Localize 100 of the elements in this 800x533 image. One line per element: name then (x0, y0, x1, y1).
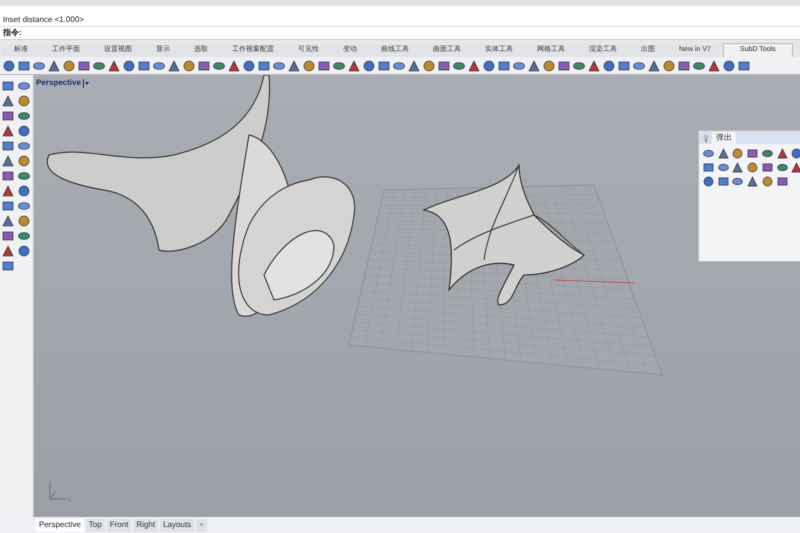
view-tab[interactable]: Top (86, 518, 105, 532)
sphere-icon[interactable] (723, 60, 735, 72)
box-icon[interactable] (2, 110, 14, 122)
sphere-icon[interactable] (63, 60, 75, 72)
ellipsoid-icon[interactable] (693, 60, 705, 72)
box-icon[interactable] (2, 140, 14, 152)
box-icon[interactable] (78, 60, 90, 72)
sphere-icon[interactable] (663, 60, 675, 72)
cone-icon[interactable] (168, 60, 180, 72)
ellipsoid-icon[interactable] (762, 148, 773, 159)
sphere-icon[interactable] (703, 176, 714, 187)
ellipsoid-icon[interactable] (633, 60, 645, 72)
box-icon[interactable] (498, 60, 510, 72)
cone-icon[interactable] (648, 60, 660, 72)
ellipsoid-icon[interactable] (703, 148, 714, 159)
cone-icon[interactable] (791, 162, 800, 173)
box-icon[interactable] (558, 60, 570, 72)
sphere-icon[interactable] (483, 60, 495, 72)
sphere-icon[interactable] (243, 60, 255, 72)
sphere-icon[interactable] (18, 185, 30, 197)
sphere-icon[interactable] (423, 60, 435, 72)
box-icon[interactable] (678, 60, 690, 72)
viewport-title[interactable]: Perspective (36, 77, 81, 89)
box-icon[interactable] (2, 170, 14, 182)
box-icon[interactable] (438, 60, 450, 72)
cone-icon[interactable] (732, 162, 744, 173)
box-icon[interactable] (762, 162, 773, 173)
sphere-icon[interactable] (18, 215, 30, 227)
cone-icon[interactable] (2, 215, 14, 227)
sphere-icon[interactable] (183, 60, 195, 72)
ellipsoid-icon[interactable] (213, 60, 225, 72)
cone-icon[interactable] (408, 60, 420, 72)
box-icon[interactable] (138, 60, 150, 72)
box-icon[interactable] (776, 176, 788, 187)
ellipsoid-icon[interactable] (513, 60, 525, 72)
sphere-icon[interactable] (18, 95, 30, 107)
ellipsoid-icon[interactable] (18, 140, 30, 152)
ellipsoid-icon[interactable] (18, 110, 30, 122)
box-icon[interactable] (258, 60, 270, 72)
sphere-icon[interactable] (363, 60, 375, 72)
box-icon[interactable] (738, 60, 750, 72)
sphere-icon[interactable] (303, 60, 315, 72)
box-icon[interactable] (747, 148, 758, 159)
cone-icon[interactable] (2, 125, 14, 137)
sphere-icon[interactable] (18, 125, 30, 137)
box-icon[interactable] (18, 60, 30, 72)
cone-icon[interactable] (348, 60, 360, 72)
dropdown-caret-icon[interactable] (82, 78, 89, 88)
cone-icon[interactable] (2, 155, 14, 167)
box-icon[interactable] (703, 162, 714, 173)
cone-icon[interactable] (288, 60, 300, 72)
sphere-icon[interactable] (123, 60, 135, 72)
ellipsoid-icon[interactable] (453, 60, 465, 72)
ellipsoid-icon[interactable] (18, 230, 30, 242)
cone-icon[interactable] (2, 245, 14, 257)
cone-icon[interactable] (708, 60, 720, 72)
cone-icon[interactable] (718, 148, 729, 159)
ellipsoid-icon[interactable] (776, 162, 788, 173)
cone-icon[interactable] (228, 60, 240, 72)
box-icon[interactable] (2, 200, 14, 212)
sphere-icon[interactable] (18, 155, 30, 167)
box-icon[interactable] (2, 260, 14, 272)
cone-icon[interactable] (747, 176, 758, 187)
view-tab[interactable]: Layouts (160, 518, 194, 532)
cone-icon[interactable] (588, 60, 600, 72)
view-tab[interactable]: Right (133, 518, 158, 532)
ellipsoid-icon[interactable] (18, 170, 30, 182)
sphere-icon[interactable] (762, 176, 773, 187)
sphere-icon[interactable] (747, 162, 758, 173)
sphere-icon[interactable] (732, 148, 744, 159)
ellipsoid-icon[interactable] (18, 80, 30, 92)
sphere-icon[interactable] (603, 60, 615, 72)
sphere-icon[interactable] (543, 60, 555, 72)
ellipsoid-icon[interactable] (333, 60, 345, 72)
view-tab[interactable]: Front (106, 518, 132, 532)
box-icon[interactable] (378, 60, 390, 72)
box-icon[interactable] (2, 80, 14, 92)
ellipsoid-icon[interactable] (718, 162, 729, 173)
box-icon[interactable] (318, 60, 330, 72)
cone-icon[interactable] (48, 60, 60, 72)
sphere-icon[interactable] (3, 60, 15, 72)
ellipsoid-icon[interactable] (33, 60, 45, 72)
box-icon[interactable] (198, 60, 210, 72)
ellipsoid-icon[interactable] (273, 60, 285, 72)
ellipsoid-icon[interactable] (18, 200, 30, 212)
cone-icon[interactable] (108, 60, 120, 72)
cone-icon[interactable] (2, 185, 14, 197)
cone-icon[interactable] (528, 60, 540, 72)
ellipsoid-icon[interactable] (93, 60, 105, 72)
ellipsoid-icon[interactable] (732, 176, 744, 187)
cone-icon[interactable] (2, 95, 14, 107)
ellipsoid-icon[interactable] (153, 60, 165, 72)
box-icon[interactable] (2, 230, 14, 242)
box-icon[interactable] (718, 176, 729, 187)
cone-icon[interactable] (468, 60, 480, 72)
ellipsoid-icon[interactable] (393, 60, 405, 72)
sphere-icon[interactable] (18, 245, 30, 257)
cone-icon[interactable] (776, 148, 788, 159)
ellipsoid-icon[interactable] (573, 60, 585, 72)
view-tab[interactable]: Perspective (36, 518, 84, 532)
